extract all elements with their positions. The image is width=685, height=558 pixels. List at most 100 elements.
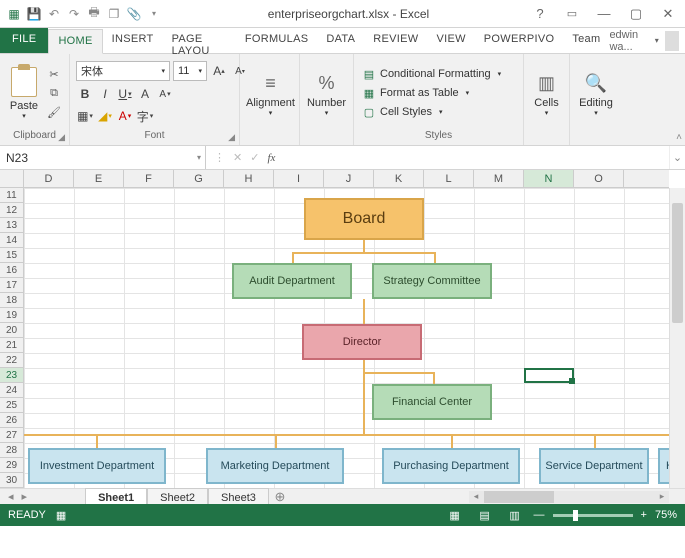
font-size-combo[interactable]: 11▾ [173, 61, 207, 81]
maximize-icon[interactable]: ▢ [625, 6, 647, 22]
conditional-formatting-button[interactable]: ▤Conditional Formatting▾ [360, 66, 503, 82]
active-cell[interactable] [524, 368, 574, 383]
tab-page-layout[interactable]: PAGE LAYOU [163, 28, 236, 53]
tab-formulas[interactable]: FORMULAS [236, 28, 318, 53]
org-node-invest[interactable]: Investment Department [28, 448, 166, 484]
row-header-18[interactable]: 18 [0, 293, 23, 308]
row-header-14[interactable]: 14 [0, 233, 23, 248]
alignment-button[interactable]: ≡ Alignment ▾ [246, 69, 295, 117]
row-header-13[interactable]: 13 [0, 218, 23, 233]
row-header-19[interactable]: 19 [0, 308, 23, 323]
row-header-27[interactable]: 27 [0, 428, 23, 443]
user-area[interactable]: edwin wa... ▾ [609, 28, 685, 53]
fill-color-button[interactable]: ◢▾ [96, 107, 114, 125]
col-header-I[interactable]: I [274, 170, 324, 187]
col-header-J[interactable]: J [324, 170, 374, 187]
tab-home[interactable]: HOME [48, 29, 102, 54]
tab-insert[interactable]: INSERT [103, 28, 163, 53]
vscroll-thumb[interactable] [672, 203, 683, 323]
row-header-11[interactable]: 11 [0, 188, 23, 203]
horizontal-scrollbar[interactable]: ◂ ▸ [469, 491, 669, 503]
fx-enter-icon[interactable]: ✓ [250, 151, 259, 164]
attach-icon[interactable]: 📎 [126, 6, 142, 22]
qat-dropdown-icon[interactable]: ▾ [146, 6, 162, 22]
org-node-purch[interactable]: Purchasing Department [382, 448, 520, 484]
row-header-24[interactable]: 24 [0, 383, 23, 398]
font-name-combo[interactable]: 宋体▾ [76, 61, 170, 81]
add-sheet-button[interactable]: ⊕ [269, 489, 291, 505]
cell-styles-button[interactable]: ▢Cell Styles▾ [360, 104, 503, 120]
row-header-12[interactable]: 12 [0, 203, 23, 218]
col-header-L[interactable]: L [424, 170, 474, 187]
paste-button[interactable]: Paste ▾ [6, 67, 42, 120]
zoom-slider[interactable] [553, 514, 633, 517]
tab-file[interactable]: FILE [0, 28, 48, 53]
row-header-15[interactable]: 15 [0, 248, 23, 263]
row-header-23[interactable]: 23 [0, 368, 23, 383]
tab-view[interactable]: VIEW [427, 28, 474, 53]
col-header-M[interactable]: M [474, 170, 524, 187]
col-header-N[interactable]: N [524, 170, 574, 187]
org-node-audit[interactable]: Audit Department [232, 263, 352, 299]
normal-view-icon[interactable]: ▦ [444, 507, 466, 523]
org-node-serv[interactable]: Service Department [539, 448, 649, 484]
col-header-D[interactable]: D [24, 170, 74, 187]
redo-icon[interactable]: ↷ [66, 6, 82, 22]
format-painter-icon[interactable]: 🖌 [46, 104, 62, 120]
number-button[interactable]: % Number ▾ [306, 69, 347, 117]
help-icon[interactable]: ? [529, 6, 551, 21]
row-header-26[interactable]: 26 [0, 413, 23, 428]
font-color-button[interactable]: A▾ [116, 107, 134, 125]
col-header-F[interactable]: F [124, 170, 174, 187]
sheet-tab-2[interactable]: Sheet2 [147, 488, 208, 504]
page-break-view-icon[interactable]: ▥ [504, 507, 526, 523]
cells-button[interactable]: ▥ Cells ▾ [530, 69, 563, 117]
row-header-22[interactable]: 22 [0, 353, 23, 368]
collapse-ribbon-icon[interactable]: ˄ [676, 132, 682, 143]
fx-cancel-icon[interactable]: ✕ [233, 151, 242, 164]
sheet-tab-1[interactable]: Sheet1 [85, 488, 147, 505]
sheet-tab-3[interactable]: Sheet3 [208, 488, 269, 504]
row-header-20[interactable]: 20 [0, 323, 23, 338]
row-header-29[interactable]: 29 [0, 458, 23, 473]
org-node-director[interactable]: Director [302, 324, 422, 360]
zoom-level[interactable]: 75% [655, 509, 677, 521]
font-a2-button[interactable]: A▾ [156, 85, 174, 103]
border-button[interactable]: ▦▾ [76, 107, 94, 125]
fx-icon[interactable]: fx [267, 152, 275, 164]
org-node-mkt[interactable]: Marketing Department [206, 448, 344, 484]
italic-button[interactable]: I [96, 85, 114, 103]
clipboard-dialog-icon[interactable]: ◢ [58, 132, 65, 143]
print-icon[interactable]: 🖶 [86, 6, 102, 22]
row-header-21[interactable]: 21 [0, 338, 23, 353]
editing-button[interactable]: 🔍 Editing ▾ [576, 69, 616, 117]
bold-button[interactable]: B [76, 85, 94, 103]
zoom-out-icon[interactable]: — [534, 509, 545, 521]
row-header-16[interactable]: 16 [0, 263, 23, 278]
zoom-knob[interactable] [573, 510, 578, 521]
new-icon[interactable]: ❐ [106, 6, 122, 22]
name-box[interactable]: N23 ▾ [0, 146, 206, 169]
font-dialog-icon[interactable]: ◢ [228, 132, 235, 143]
org-node-fin[interactable]: Financial Center [372, 384, 492, 420]
row-header-28[interactable]: 28 [0, 443, 23, 458]
org-node-board[interactable]: Board [304, 198, 424, 240]
macro-record-icon[interactable]: ▦ [56, 509, 66, 522]
grow-font-icon[interactable]: A▴ [210, 62, 228, 80]
vertical-scrollbar[interactable] [669, 188, 685, 488]
col-header-G[interactable]: G [174, 170, 224, 187]
col-header-E[interactable]: E [74, 170, 124, 187]
ruby-button[interactable]: 字▾ [136, 107, 154, 125]
row-header-25[interactable]: 25 [0, 398, 23, 413]
tab-data[interactable]: DATA [317, 28, 364, 53]
fx-options-icon[interactable]: ⋮ [214, 151, 225, 164]
expand-formula-icon[interactable]: ⌄ [669, 146, 685, 169]
row-header-17[interactable]: 17 [0, 278, 23, 293]
sheet-prev-icon[interactable]: ◂ [8, 490, 14, 503]
hscroll-left-icon[interactable]: ◂ [469, 491, 483, 502]
ribbon-options-icon[interactable]: ▭ [561, 7, 583, 20]
org-node-strategy[interactable]: Strategy Committee [372, 263, 492, 299]
hscroll-thumb[interactable] [484, 491, 554, 503]
cut-icon[interactable]: ✂ [46, 66, 62, 82]
tab-powerpivot[interactable]: POWERPIVO [475, 28, 564, 53]
